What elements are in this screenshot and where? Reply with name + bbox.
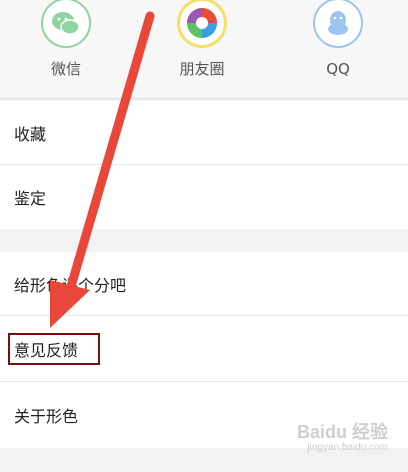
watermark-main: Baidu 经验	[296, 422, 388, 442]
watermark-sub: jingyan.baidu.com	[307, 442, 388, 453]
watermark: Baidu 经验 jingyan.baidu.com	[297, 422, 388, 454]
annotation-arrow-icon	[50, 11, 155, 328]
